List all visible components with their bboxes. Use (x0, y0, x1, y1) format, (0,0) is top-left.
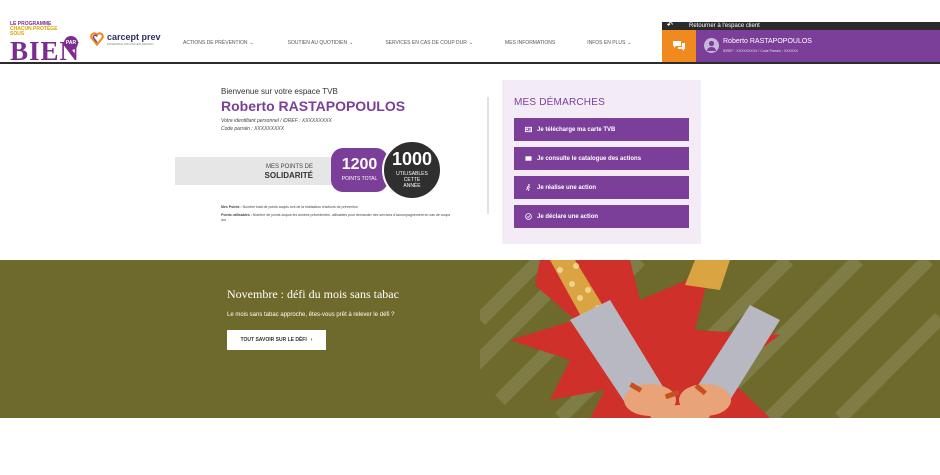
action-label: Je consulte le catalogue des actions (537, 155, 642, 162)
note-title: Points utilisables : (221, 213, 252, 217)
nav-item-label: SOUTIEN AU QUOTIDIEN (287, 40, 348, 46)
main-nav: ACTIONS DE PRÉVENTION ⌄ SOUTIEN AU QUOTID… (183, 40, 632, 46)
usable-points-circle: 1000 UTILISABLES CETTE ANNÉE (382, 140, 442, 200)
carcept-tagline: ENSEMBLE PROTÉGER DEMAIN (107, 42, 154, 46)
book-icon (525, 156, 532, 161)
banner-illustration (480, 260, 940, 418)
demarches-panel: MES DÉMARCHES Je télécharge ma carte TVB… (502, 80, 701, 244)
welcome-block: Bienvenue sur votre espace TVB Roberto R… (221, 87, 405, 133)
programme-logo[interactable]: LE PROGRAMME CHACUN PROTÈGE SOUS BIEN (10, 22, 81, 66)
chevron-down-icon: ⌄ (249, 40, 254, 46)
back-to-client-link[interactable]: Retourner à l'espace client (689, 22, 760, 30)
nav-item-label: MES INFORMATIONS (505, 40, 556, 46)
note-text: Nombre total de points acquis lors de la… (241, 205, 358, 209)
usable-points-value: 1000 (391, 149, 433, 169)
chat-icon (673, 41, 685, 51)
user-ids: IDREF : XXXXXXXXX / Code Parrain : XXXXX… (723, 49, 798, 53)
id-card-icon (525, 126, 532, 133)
learn-more-button[interactable]: TOUT SAVOIR SUR LE DÉFI › (227, 330, 326, 350)
nav-item-infos-en-plus[interactable]: INFOS EN PLUS ⌄ (587, 40, 631, 46)
demarches-title: MES DÉMARCHES (514, 97, 605, 108)
total-points-label: POINTS TOTAL (341, 176, 378, 182)
action-label: Je déclare une action (537, 213, 599, 220)
nav-item-label: INFOS EN PLUS (587, 40, 626, 46)
banner-subtitle: Le mois sans tabac approche, êtes-vous p… (227, 312, 395, 318)
chat-button[interactable] (662, 30, 696, 62)
note-mes-points: Mes Points : Nombre total de points acqu… (221, 205, 456, 210)
action-label: Je télécharge ma carte TVB (537, 126, 616, 133)
catalogue-button[interactable]: Je consulte le catalogue des actions (514, 147, 689, 170)
carcept-heart-icon (90, 32, 104, 46)
running-icon (525, 184, 531, 191)
nav-item-actions-prevention[interactable]: ACTIONS DE PRÉVENTION ⌄ (183, 40, 254, 46)
usable-points-label-3: ANNÉE (403, 183, 421, 189)
back-to-client-bar[interactable]: ↶ Retourner à l'espace client (662, 22, 940, 30)
welcome-user-name: Roberto RASTAPOPOULOS (221, 98, 406, 114)
learn-more-label: TOUT SAVOIR SUR LE DÉFI (240, 337, 307, 343)
nav-item-services[interactable]: SERVICES EN CAS DE COUP DUR ⌄ (385, 40, 473, 46)
check-circle-icon (525, 213, 532, 220)
action-label: Je réalise une action (537, 184, 597, 191)
total-points-value: 1200 (341, 156, 378, 173)
page: LE PROGRAMME CHACUN PROTÈGE SOUS BIEN PA… (0, 0, 940, 475)
carcept-brand: carcept prev (107, 32, 161, 42)
chevron-down-icon: ⌄ (627, 40, 632, 46)
points-label-line1: MES POINTS DE (265, 164, 313, 170)
chevron-right-icon: › (310, 337, 313, 343)
note-text: Nombre de points acquis les années précé… (221, 213, 451, 222)
avatar (704, 38, 719, 53)
perform-action-button[interactable]: Je réalise une action (514, 176, 689, 199)
user-icon (707, 40, 716, 51)
vertical-divider (487, 97, 489, 214)
back-arrow-icon: ↶ (667, 22, 673, 29)
nav-item-mes-informations[interactable]: MES INFORMATIONS (505, 40, 555, 46)
points-band: MES POINTS DE SOLIDARITÉ (175, 157, 335, 185)
total-points-pill: 1200 POINTS TOTAL (331, 148, 388, 192)
banner-title: Novembre : défi du mois sans tabac (227, 287, 399, 301)
user-name: Roberto RASTAPOPOULOS (723, 38, 812, 45)
nav-item-label: SERVICES EN CAS DE COUP DUR (385, 40, 467, 46)
declare-action-button[interactable]: Je déclare une action (514, 205, 689, 228)
nav-item-label: ACTIONS DE PRÉVENTION (183, 40, 248, 46)
points-label-line2: SOLIDARITÉ (264, 171, 313, 180)
cigarette-right (685, 260, 730, 290)
welcome-greeting: Bienvenue sur votre espace TVB (221, 87, 338, 96)
points-notes: Mes Points : Nombre total de points acqu… (221, 205, 456, 226)
user-identifier: Votre identifiant personnel / iDREF : XX… (221, 118, 332, 124)
logo-word: BIEN (10, 36, 81, 66)
par-badge: PAR (64, 36, 78, 50)
note-points-utilisables: Points utilisables : Nombre de points ac… (221, 213, 456, 223)
download-card-button[interactable]: Je télécharge ma carte TVB (514, 118, 689, 141)
note-title: Mes Points : (221, 205, 242, 209)
chevron-down-icon: ⌄ (468, 40, 474, 46)
chevron-down-icon: ⌄ (349, 40, 354, 46)
user-sponsor-code: Code parrain : XXXXXXXXX (221, 126, 285, 132)
user-account-box[interactable]: Roberto RASTAPOPOULOS IDREF : XXXXXXXXX … (696, 30, 940, 62)
carcept-logo[interactable]: carcept prev ENSEMBLE PROTÉGER DEMAIN (90, 32, 161, 54)
nav-item-soutien[interactable]: SOUTIEN AU QUOTIDIEN ⌄ (288, 40, 354, 46)
promo-banner: Novembre : défi du mois sans tabac Le mo… (0, 260, 940, 418)
